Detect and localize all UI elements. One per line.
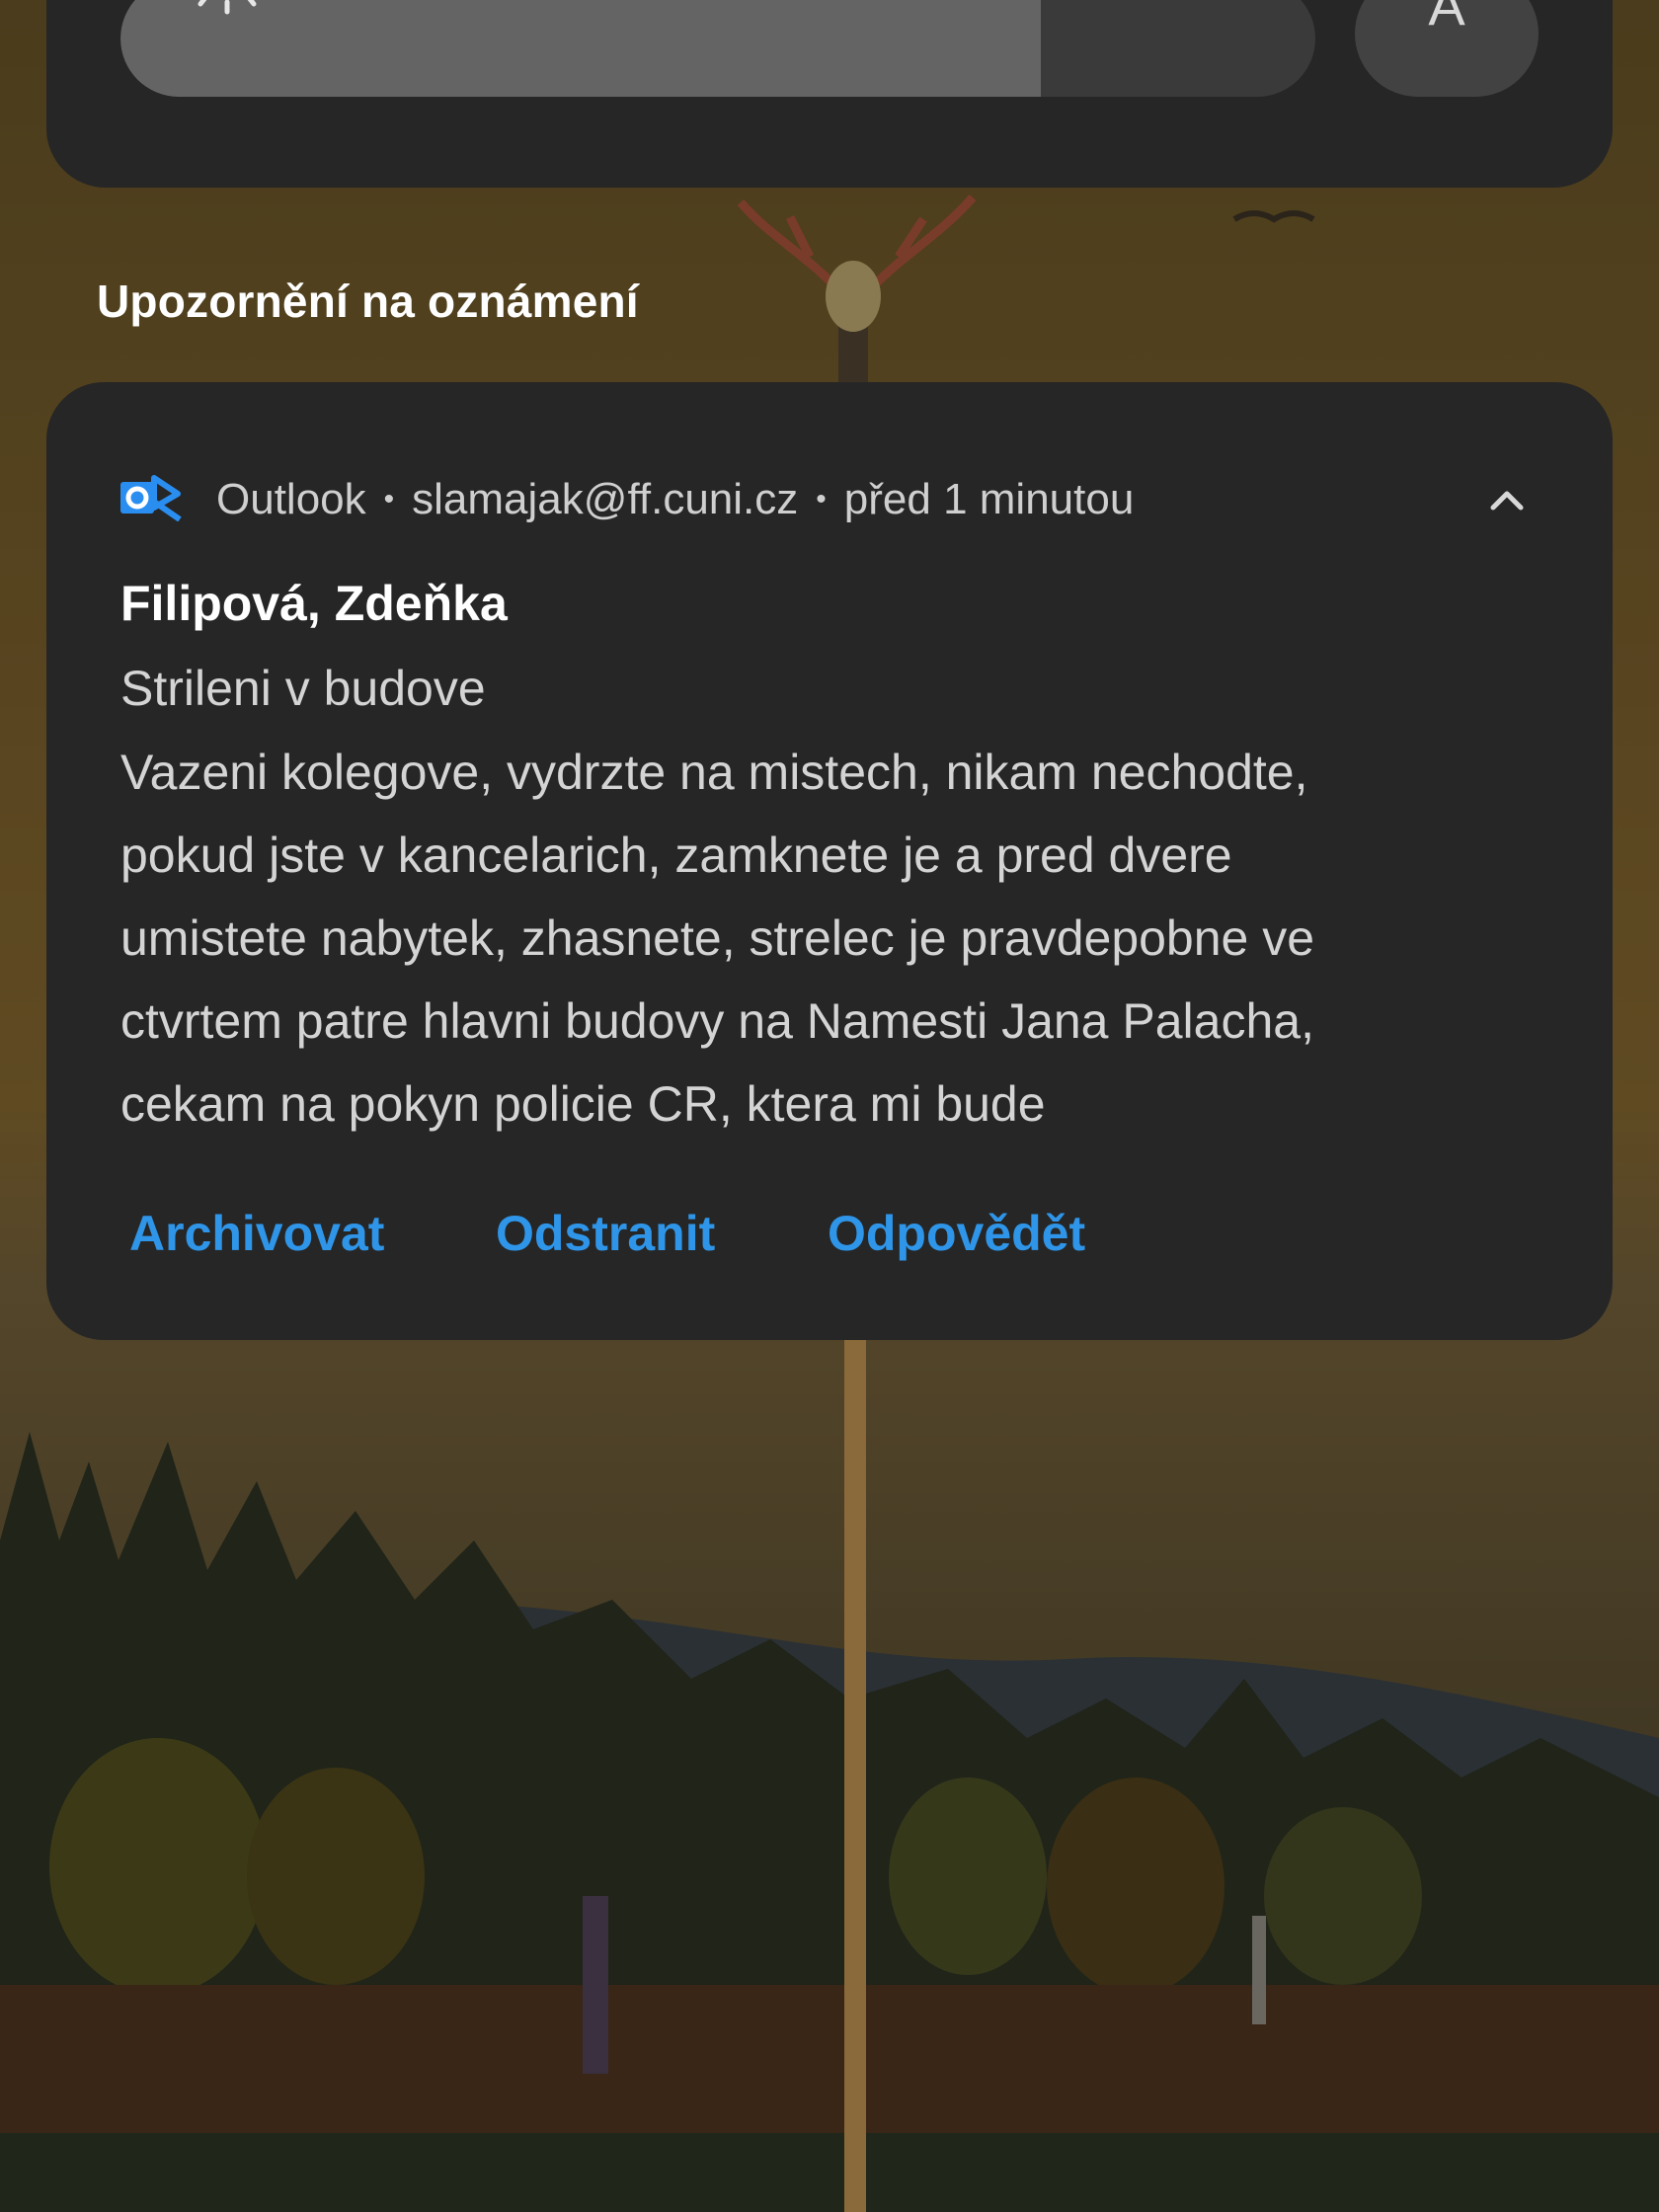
body-line: ctvrtem patre hlavni budovy na Namesti J…	[120, 993, 1314, 1049]
body-line: cekam na pokyn policie CR, ktera mi bude	[120, 1076, 1046, 1132]
account-email: slamajak@ff.cuni.cz	[412, 475, 799, 523]
email-preview-body: Vazeni kolegove, vydrzte na mistech, nik…	[120, 731, 1503, 1146]
reply-button[interactable]: Odpovědět	[828, 1205, 1085, 1262]
section-title: Upozornění na oznámení	[97, 276, 639, 327]
email-subject: Strileni v budove	[120, 661, 486, 716]
notification-actions: Archivovat Odstranit Odpovědět	[0, 1205, 1659, 1264]
notification-time: před 1 minutou	[843, 475, 1135, 523]
separator-dot: •	[816, 483, 827, 515]
sender-name: Filipová, Zdeňka	[120, 576, 508, 631]
auto-brightness-button[interactable]: A	[1355, 0, 1539, 97]
body-line: umistete nabytek, zhasnete, strelec je p…	[120, 910, 1315, 966]
brightness-sun-icon	[198, 0, 257, 15]
outlook-icon	[120, 475, 182, 521]
delete-button[interactable]: Odstranit	[496, 1205, 715, 1262]
body-line: Vazeni kolegove, vydrzte na mistech, nik…	[120, 745, 1308, 800]
archive-button[interactable]: Archivovat	[129, 1205, 384, 1262]
notification-header: Outlook • slamajak@ff.cuni.cz • před 1 m…	[216, 472, 1134, 527]
separator-dot: •	[383, 483, 395, 515]
collapse-chevron-up-icon[interactable]	[1487, 484, 1527, 514]
brightness-slider[interactable]	[120, 0, 1315, 97]
app-name: Outlook	[216, 475, 366, 523]
auto-brightness-label: A	[1428, 0, 1465, 37]
body-line: pokud jste v kancelarich, zamknete je a …	[120, 828, 1232, 883]
